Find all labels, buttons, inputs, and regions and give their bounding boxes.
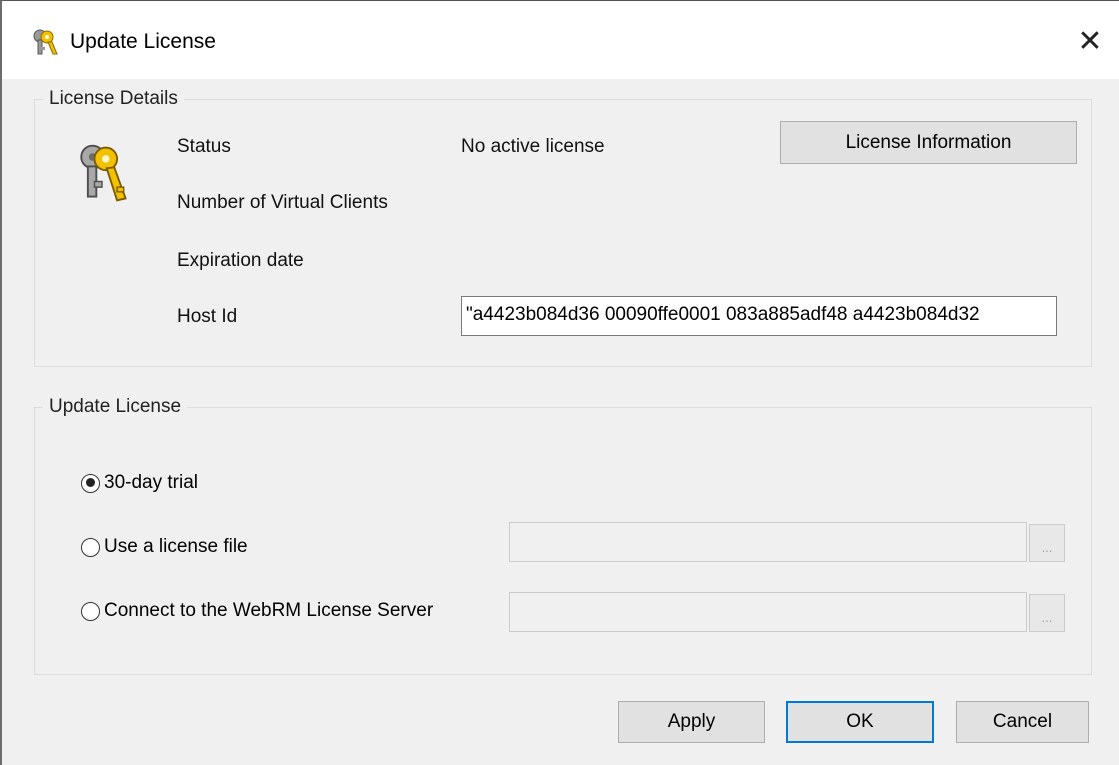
license-file-path-field[interactable]: [509, 522, 1027, 562]
update-license-dialog: Update License ✕ License Details Status …: [0, 0, 1119, 765]
browse-license-server-button[interactable]: ...: [1029, 594, 1065, 632]
host-id-label: Host Id: [177, 306, 238, 327]
ok-button-label: OK: [846, 711, 874, 732]
browse-license-file-button[interactable]: ...: [1029, 524, 1065, 562]
close-button[interactable]: ✕: [1061, 15, 1119, 67]
ellipsis-icon: ...: [1041, 540, 1053, 555]
apply-button-label: Apply: [667, 711, 716, 732]
expiration-date-label: Expiration date: [177, 250, 304, 271]
radio-connect-license-server-label: Connect to the WebRM License Server: [104, 600, 434, 621]
radio-connect-license-server[interactable]: Connect to the WebRM License Server: [81, 599, 433, 623]
radio-use-license-file-label: Use a license file: [104, 536, 248, 557]
license-details-group: License Details Status No active license…: [34, 87, 1092, 367]
update-license-label: Update License: [43, 395, 188, 419]
title-bar: Update License ✕: [2, 1, 1119, 79]
update-license-group: Update License 30-day trial Use a licens…: [34, 395, 1092, 675]
license-information-button[interactable]: License Information: [780, 121, 1077, 164]
close-icon: ✕: [1077, 24, 1103, 58]
license-details-label: License Details: [43, 87, 184, 111]
radio-30-day-trial-label: 30-day trial: [104, 472, 198, 493]
host-id-field[interactable]: "a4423b084d36 00090ffe0001 083a885adf48 …: [461, 296, 1057, 336]
license-information-button-label: License Information: [845, 131, 1012, 153]
radio-button[interactable]: [81, 601, 100, 621]
virtual-clients-label: Number of Virtual Clients: [177, 192, 388, 213]
status-value: No active license: [461, 136, 605, 157]
radio-button[interactable]: [81, 537, 100, 557]
status-label: Status: [177, 136, 231, 157]
keys-icon: [33, 29, 58, 55]
radio-30-day-trial[interactable]: 30-day trial: [81, 471, 198, 495]
radio-use-license-file[interactable]: Use a license file: [81, 535, 248, 559]
license-server-field[interactable]: [509, 592, 1027, 632]
keys-icon: [80, 144, 127, 202]
ellipsis-icon: ...: [1041, 610, 1053, 625]
ok-button[interactable]: OK: [786, 701, 934, 743]
window-title: Update License: [70, 30, 216, 53]
apply-button[interactable]: Apply: [618, 701, 765, 743]
cancel-button[interactable]: Cancel: [956, 701, 1089, 743]
radio-button-checked[interactable]: [81, 473, 100, 493]
cancel-button-label: Cancel: [992, 711, 1053, 732]
